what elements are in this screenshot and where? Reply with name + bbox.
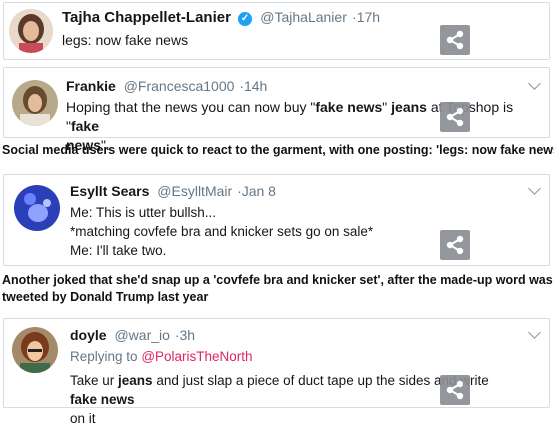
- author-handle: @EsylltMair: [157, 183, 233, 199]
- avatar[interactable]: [12, 327, 58, 373]
- chevron-down-icon[interactable]: [528, 182, 541, 195]
- text-bold: fake news: [70, 392, 135, 407]
- chevron-down-icon[interactable]: [528, 77, 541, 90]
- chevron-down-icon[interactable]: [528, 326, 541, 339]
- text-segment: and just slap a piece of duct tape up th…: [152, 373, 489, 388]
- caption-line: tweeted by Donald Trump last year: [2, 290, 209, 304]
- author-handle: @Francesca1000: [123, 78, 235, 94]
- avatar[interactable]: [9, 9, 53, 53]
- author-name: Frankie: [66, 78, 116, 94]
- share-icon[interactable]: [440, 230, 470, 260]
- tweet-card-2: Frankie @Francesca1000 ·14h Hoping that …: [3, 67, 550, 153]
- author-name: doyle: [70, 327, 107, 343]
- verified-badge-icon: ✓: [238, 12, 253, 26]
- replying-to-link[interactable]: @PolarisTheNorth: [141, 349, 252, 364]
- text-segment: on it: [70, 411, 96, 426]
- avatar[interactable]: [14, 185, 60, 231]
- text-bold: fake news: [315, 99, 383, 115]
- tweet-text: Me: This is utter bullsh... *matching co…: [70, 203, 373, 260]
- tweet-line: Me: This is utter bullsh...: [70, 205, 217, 220]
- replying-to: Replying to @PolarisTheNorth: [70, 347, 253, 366]
- replying-label: Replying to: [70, 349, 138, 364]
- text-segment: Hoping that the news you can now buy ": [66, 99, 316, 115]
- tweet-card-3: Esyllt Sears @EsylltMair ·Jan 8 Me: This…: [3, 174, 550, 266]
- text-segment: ": [382, 99, 392, 115]
- tweet-time[interactable]: ·Jan 8: [237, 183, 276, 199]
- tweet-text: legs: now fake news: [62, 32, 189, 48]
- tweet-author[interactable]: doyle @war_io ·3h: [70, 327, 195, 343]
- tweet-author[interactable]: Frankie @Francesca1000 ·14h: [66, 78, 267, 94]
- text-segment: Take ur: [70, 373, 119, 388]
- caption-line: Another joked that she'd snap up a 'covf…: [2, 273, 553, 287]
- author-handle: @war_io: [114, 327, 170, 343]
- tweet-time[interactable]: ·14h: [239, 78, 267, 94]
- text-bold: jeans: [391, 99, 427, 115]
- text-bold: jeans: [118, 373, 153, 388]
- share-icon[interactable]: [440, 375, 470, 405]
- author-handle: @TajhaLanier: [260, 9, 347, 25]
- author-name: Tajha Chappellet-Lanier: [62, 9, 231, 26]
- avatar[interactable]: [12, 80, 58, 126]
- article-caption-1: Social media users were quick to react t…: [2, 143, 554, 157]
- tweet-author[interactable]: Tajha Chappellet-Lanier ✓ @TajhaLanier ·…: [62, 9, 380, 26]
- share-icon[interactable]: [440, 25, 470, 55]
- tweet-text: Take ur jeans and just slap a piece of d…: [70, 371, 490, 428]
- tweet-time[interactable]: ·17h: [352, 9, 380, 25]
- author-name: Esyllt Sears: [70, 183, 150, 199]
- tweet-line: Me: I'll take two.: [70, 243, 167, 258]
- tweet-line: *matching covfefe bra and knicker sets g…: [70, 224, 374, 239]
- tweet-author[interactable]: Esyllt Sears @EsylltMair ·Jan 8: [70, 183, 276, 199]
- article-caption-2: Another joked that she'd snap up a 'covf…: [2, 272, 553, 306]
- share-icon[interactable]: [440, 102, 470, 132]
- tweet-card-4: doyle @war_io ·3h Replying to @PolarisTh…: [3, 318, 550, 426]
- tweet-time[interactable]: ·3h: [175, 327, 195, 343]
- tweet-card-1: Tajha Chappellet-Lanier ✓ @TajhaLanier ·…: [3, 2, 550, 60]
- text-bold: fake: [70, 118, 100, 134]
